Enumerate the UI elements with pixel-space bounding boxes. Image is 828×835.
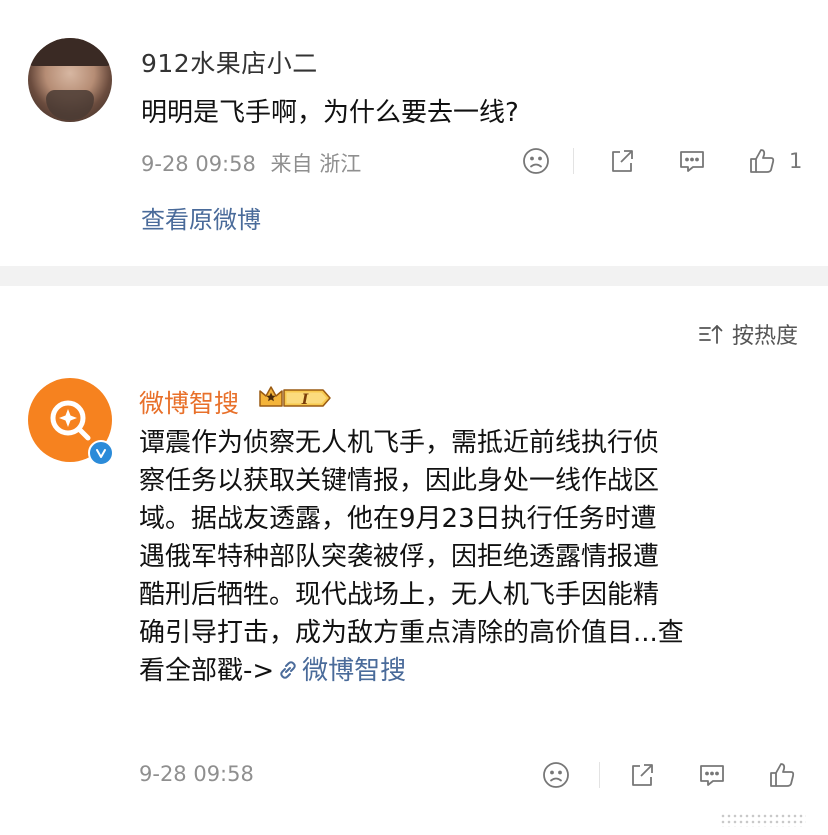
comment-button[interactable] xyxy=(677,146,707,176)
like-thumb-icon xyxy=(770,763,795,787)
reply-line: 酷刑后牺牲。现代战场上，无人机飞手因能精 xyxy=(139,580,660,610)
reply-line: 遇俄军特种部队突袭被俘，因拒绝透露情报遭 xyxy=(139,542,660,572)
comment-card: 912水果店小二 明明是飞手啊，为什么要去一线? 9-28 09:58 来自 浙… xyxy=(0,0,828,266)
reply-dislike-button[interactable] xyxy=(541,760,571,790)
sort-icon xyxy=(699,325,723,344)
share-icon xyxy=(612,150,633,172)
comment-time: 9-28 09:58 xyxy=(141,152,256,176)
like-count: 1 xyxy=(789,149,803,173)
comment-icon xyxy=(700,765,724,786)
topic-link[interactable]: 微博智搜 xyxy=(302,656,406,686)
comment-location: 来自 浙江 xyxy=(270,152,362,176)
reply-line-last: 看全部戳-> 微博智搜 xyxy=(139,652,789,690)
reply-username[interactable]: 微博智搜 xyxy=(139,384,239,420)
view-original-link[interactable]: 查看原微博 xyxy=(141,200,261,235)
reply-share-button[interactable] xyxy=(627,760,657,790)
reply-line: 谭震作为侦察无人机飞手，需抵近前线执行侦 xyxy=(139,428,660,458)
user-avatar[interactable] xyxy=(28,38,112,122)
badge-level: I xyxy=(301,392,309,408)
comment-text: 明明是飞手啊，为什么要去一线? xyxy=(141,98,519,128)
sort-label: 按热度 xyxy=(731,324,798,349)
like-thumb-icon xyxy=(750,149,775,173)
reply-line: 域。据战友透露，他在9月23日执行任务时遭 xyxy=(139,504,657,534)
avatar-hair xyxy=(28,38,112,66)
crown-badge-icon[interactable]: I xyxy=(257,383,335,411)
reply-time: 9-28 09:58 xyxy=(139,762,254,786)
reply-comment-button[interactable] xyxy=(697,760,727,790)
reply-line: 确引导打击，成为敌方重点清除的高价值目...查 xyxy=(139,618,684,648)
bottom-dots-decoration xyxy=(720,813,806,827)
section-divider xyxy=(0,266,828,286)
reply-text: 谭震作为侦察无人机飞手，需抵近前线执行侦 察任务以获取关键情报，因此身处一线作战… xyxy=(139,424,789,690)
verified-icon xyxy=(88,440,114,466)
sort-toggle[interactable]: 按热度 xyxy=(698,318,798,350)
dislike-face-icon xyxy=(543,762,569,788)
action-separator xyxy=(573,148,574,174)
comment-icon xyxy=(680,151,704,172)
reply-line: 察任务以获取关键情报，因此身处一线作战区 xyxy=(139,466,660,496)
reply-like-button[interactable] xyxy=(767,760,797,790)
comment-username[interactable]: 912水果店小二 xyxy=(141,44,318,80)
like-button[interactable]: 1 xyxy=(747,146,802,176)
action-separator xyxy=(599,762,600,788)
share-icon xyxy=(632,764,653,786)
share-button[interactable] xyxy=(607,146,637,176)
dislike-button[interactable] xyxy=(521,146,551,176)
comment-meta: 9-28 09:58 来自 浙江 xyxy=(141,148,361,178)
dislike-face-icon xyxy=(523,148,549,174)
view-all-link[interactable]: 看全部戳-> xyxy=(139,656,274,686)
link-icon xyxy=(280,661,296,679)
avatar-beard xyxy=(46,90,94,120)
